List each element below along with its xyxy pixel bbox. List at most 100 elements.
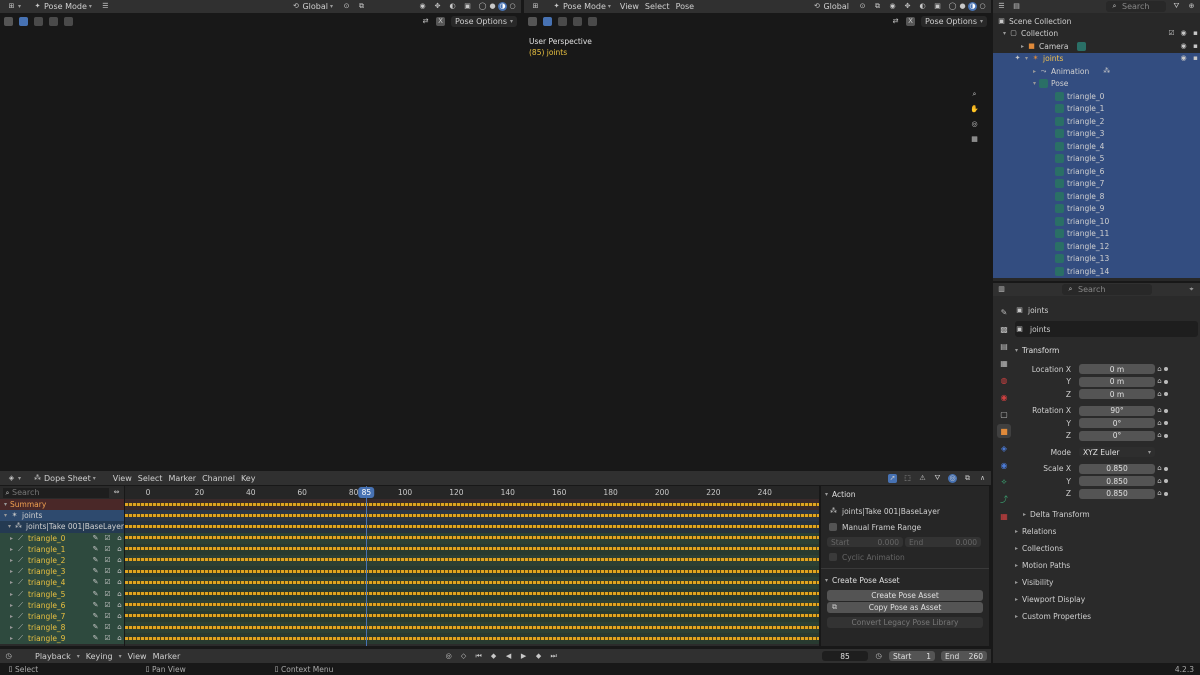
rotation-mode-dropdown[interactable]: XYZ Euler ▾	[1079, 447, 1155, 458]
datablock-name[interactable]: joints	[1030, 325, 1050, 334]
chevron-right-icon[interactable]: ▸	[10, 535, 13, 542]
lock-icon[interactable]: ⌂	[115, 612, 124, 621]
data-tab-icon[interactable]: ⤴	[997, 492, 1011, 506]
filter-icon[interactable]: ⛛	[1172, 2, 1181, 11]
mode-dropdown[interactable]: ✦ Pose Mode ▾	[549, 1, 614, 12]
view-layer-tab-icon[interactable]: ▦	[997, 356, 1011, 370]
lock-icon[interactable]: ⌂	[115, 545, 124, 554]
chevron-right-icon[interactable]: ▸	[10, 635, 13, 642]
perspective-grid-icon[interactable]: ▦	[970, 135, 979, 144]
properties-section-header[interactable]: ▸ Motion Paths	[1015, 557, 1198, 574]
modifier-icon[interactable]: ✎	[91, 534, 100, 543]
outliner-bone-row[interactable]: triangle_0	[993, 90, 1200, 103]
solid-shading-icon[interactable]: ●	[958, 2, 967, 11]
rotation-z-field[interactable]: 0°	[1079, 430, 1155, 441]
keyframe-dot[interactable]	[1164, 379, 1168, 384]
zoom-icon[interactable]: ⌕	[970, 90, 979, 99]
mirror-x-toggle[interactable]: X	[436, 17, 446, 26]
chevron-right-icon[interactable]: ▸	[10, 591, 13, 598]
pose-options-dropdown[interactable]: Pose Options ▾	[921, 16, 987, 27]
rendered-shading-icon[interactable]: ○	[508, 2, 517, 11]
pose-options-dropdown[interactable]: Pose Options ▾	[451, 16, 517, 27]
xray-icon[interactable]: ▣	[933, 2, 942, 11]
action-row[interactable]: ▾ ⁂ joints|Take 001|BaseLayer	[0, 521, 124, 533]
enable-checkbox-icon[interactable]: ☑	[103, 601, 112, 610]
bone-channel-row[interactable]: ▸ ⟋ triangle_6 ✎ ☑ ⌂	[0, 599, 124, 611]
output-tab-icon[interactable]: ▤	[997, 339, 1011, 353]
keyframe-dot[interactable]	[1164, 367, 1168, 372]
viewport-divider[interactable]	[521, 0, 524, 470]
lock-icon[interactable]: ⌂	[1155, 365, 1164, 374]
scale-x-field[interactable]: 0.850	[1079, 463, 1155, 474]
jump-end-icon[interactable]: ⏭	[549, 652, 558, 661]
chevron-right-icon[interactable]: ▸	[10, 546, 13, 553]
object-row[interactable]: ▾ ✶ joints	[0, 510, 124, 522]
enable-checkbox-icon[interactable]: ☑	[103, 534, 112, 543]
joints-row[interactable]: ✦ ▾ ✶ joints ◉ ▪	[993, 52, 1200, 65]
only-selected-icon[interactable]: ➚	[888, 473, 897, 483]
physics-tab-icon[interactable]: ◉	[997, 458, 1011, 472]
collection-row[interactable]: ▾ ▢ Collection ☑ ◉ ▪	[993, 28, 1200, 41]
keyframe-dot[interactable]	[1164, 491, 1168, 496]
next-key-icon[interactable]: ◆	[534, 652, 543, 661]
chevron-right-icon[interactable]: ▸	[10, 579, 13, 586]
properties-section-header[interactable]: ▸ Custom Properties	[1015, 608, 1198, 625]
modifier-icon[interactable]: ✎	[91, 623, 100, 632]
visibility-icon[interactable]: ◉	[888, 2, 897, 11]
editor-type-button[interactable]: ⊞	[528, 1, 543, 12]
menu-view[interactable]: View	[620, 2, 639, 11]
render-tab-icon[interactable]: ▩	[997, 322, 1011, 336]
tool-tab-icon[interactable]: ✎	[997, 305, 1011, 319]
swap-icon[interactable]: ⇔	[112, 488, 121, 497]
play-icon[interactable]: ▶	[519, 652, 528, 661]
xray-icon[interactable]: ▣	[463, 2, 472, 11]
overlay-icon[interactable]: ◐	[448, 2, 457, 11]
copy-pose-asset-button[interactable]: ⧉ Copy Pose as Asset	[827, 602, 983, 613]
menu-view[interactable]: View	[113, 474, 132, 483]
location-y-field[interactable]: 0 m	[1079, 376, 1155, 387]
jump-start-icon[interactable]: ⏮	[474, 652, 483, 661]
play-reverse-icon[interactable]: ◀	[504, 652, 513, 661]
channel-search[interactable]: ⌕ Search	[3, 487, 109, 498]
animation-row[interactable]: ▸ ⤳ Animation ⁂	[993, 65, 1200, 78]
orientation-dropdown[interactable]: ⟲ Global ▾	[288, 1, 336, 12]
object-tab-icon[interactable]: ■	[997, 424, 1011, 438]
material-shading-icon[interactable]: ◑	[498, 2, 507, 11]
summary-row[interactable]: ▾ Summary	[0, 499, 124, 511]
axis-lock-icon[interactable]: ⇄	[891, 17, 900, 26]
select-invert-icon[interactable]	[64, 17, 73, 26]
interpolation-icon[interactable]: ∧	[978, 474, 987, 483]
scale-z-field[interactable]: 0.850	[1079, 488, 1155, 499]
lock-icon[interactable]: ⌂	[115, 567, 124, 576]
properties-section-header[interactable]: ▸ Visibility	[1015, 574, 1198, 591]
new-collection-icon[interactable]: ⊕	[1187, 2, 1196, 11]
menu-marker[interactable]: Marker	[168, 474, 196, 483]
rotation-y-field[interactable]: 0°	[1079, 418, 1155, 429]
show-hidden-icon[interactable]: ⬚	[903, 474, 912, 483]
outliner-bone-row[interactable]: triangle_6	[993, 165, 1200, 178]
menu-playback[interactable]: Playback	[35, 652, 71, 661]
snap-icon[interactable]: ⧉	[963, 474, 972, 483]
location-x-field[interactable]: 0 m	[1079, 364, 1155, 375]
camera-view-icon[interactable]: ◎	[970, 120, 979, 129]
cyclic-row[interactable]: Cyclic Animation	[821, 550, 989, 564]
cyclic-checkbox[interactable]	[829, 553, 837, 561]
manual-frame-range-checkbox[interactable]	[829, 523, 837, 531]
snap-icon[interactable]: ⧉	[357, 2, 366, 11]
menu-pose[interactable]: Pose	[676, 2, 695, 11]
axis-lock-icon[interactable]: ⇄	[421, 17, 430, 26]
select-box-icon[interactable]	[543, 17, 552, 26]
pose-asset-header[interactable]: ▾ Create Pose Asset	[821, 573, 989, 587]
chevron-down-icon[interactable]: ▾	[8, 523, 11, 530]
chevron-down-icon[interactable]: ▾	[1003, 30, 1006, 37]
scene-collection-row[interactable]: ▣ Scene Collection	[993, 15, 1200, 28]
clock-icon[interactable]: ◷	[874, 652, 883, 661]
modifier-icon[interactable]: ✎	[91, 545, 100, 554]
proportional-icon[interactable]: ◎	[948, 473, 957, 483]
camera-render-icon[interactable]: ▪	[1191, 29, 1200, 38]
menu-icon[interactable]: ☰	[101, 2, 110, 11]
eye-icon[interactable]: ◉	[1179, 42, 1188, 51]
bone-channel-row[interactable]: ▸ ⟋ triangle_3 ✎ ☑ ⌂	[0, 566, 124, 578]
enable-checkbox-icon[interactable]: ☑	[103, 578, 112, 587]
modifier-icon[interactable]: ✎	[91, 634, 100, 643]
